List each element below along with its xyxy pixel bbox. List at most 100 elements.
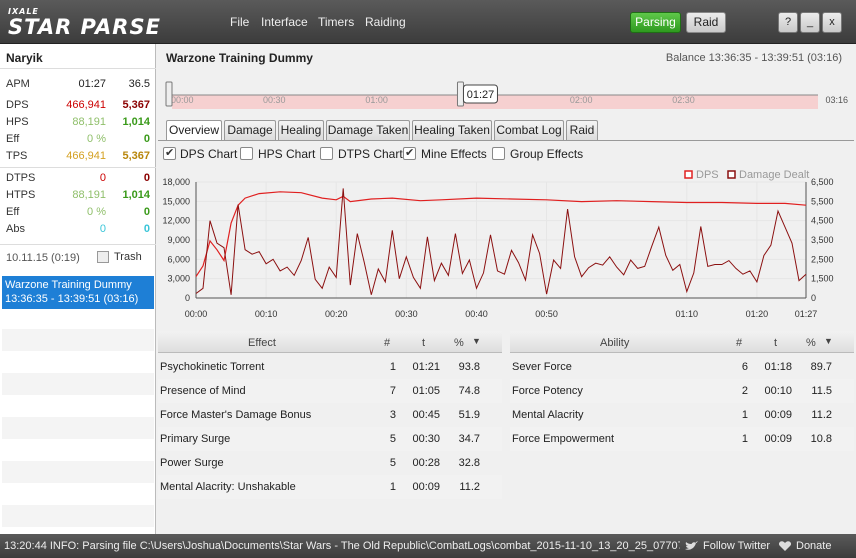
- menu-file[interactable]: File: [230, 15, 249, 29]
- cell-name: Force Empowerment: [512, 433, 615, 445]
- y-left-tick-label: 18,000: [162, 177, 190, 187]
- cell-name: Sever Force: [512, 361, 572, 373]
- x-tick-label: 00:40: [465, 309, 488, 319]
- timeline-tick-label: 00:30: [263, 95, 286, 105]
- mine-effects-label: Mine Effects: [421, 147, 487, 161]
- close-button[interactable]: x: [822, 12, 842, 33]
- balance-range: Balance 13:36:35 - 13:39:51 (03:16): [665, 52, 842, 64]
- stat-row-apm: APM 01:27 36.5: [6, 78, 150, 92]
- cell-count: 2: [741, 385, 748, 397]
- table-row[interactable]: Primary Surge 5 00:30 34.7: [158, 427, 502, 451]
- hps-chart-checkbox[interactable]: [240, 147, 253, 160]
- y-right-tick-label: 2,500: [811, 254, 834, 264]
- tab-damage[interactable]: Damage: [224, 120, 276, 140]
- mine-effects-checkbox[interactable]: [403, 146, 416, 160]
- menu-timers[interactable]: Timers: [318, 15, 354, 29]
- table-row[interactable]: Mental Alacrity 1 00:09 11.2: [510, 403, 854, 427]
- tab-combat-log[interactable]: Combat Log: [494, 120, 564, 140]
- cell-time: 00:09: [764, 409, 792, 421]
- sort-desc-icon[interactable]: ▼: [472, 336, 481, 346]
- cell-name: Power Surge: [160, 457, 224, 469]
- parsing-button[interactable]: Parsing: [630, 12, 681, 33]
- donate-link[interactable]: Donate: [796, 540, 831, 552]
- twitter-icon[interactable]: [684, 540, 698, 552]
- list-item: [2, 417, 154, 439]
- timeline-slider[interactable]: 00:0000:3001:0001:3002:0002:3003:1601:27: [160, 70, 850, 114]
- cell-count: 1: [389, 361, 396, 373]
- status-bar: 13:20:44 INFO: Parsing file C:\Users\Jos…: [0, 534, 856, 558]
- stat-value: 01:27: [78, 78, 106, 90]
- cell-count: 7: [389, 385, 396, 397]
- menu-interface[interactable]: Interface: [261, 15, 308, 29]
- cell-count: 6: [741, 361, 748, 373]
- sort-desc-icon[interactable]: ▼: [824, 336, 833, 346]
- effects-table: Effect # t % ▼ Psychokinetic Torrent 1 01:…: [158, 331, 502, 501]
- cell-count: 3: [389, 409, 396, 421]
- stat-value: 0: [99, 223, 106, 235]
- stat-value: 0 %: [87, 133, 106, 145]
- cell-time: 00:30: [412, 433, 440, 445]
- cell-pct: 51.9: [458, 409, 480, 421]
- table-row[interactable]: Presence of Mind 7 01:05 74.8: [158, 379, 502, 403]
- table-row[interactable]: Force Potency 2 00:10 11.5: [510, 379, 854, 403]
- x-tick-label: 00:00: [185, 309, 208, 319]
- x-tick-label: 00:50: [535, 309, 558, 319]
- tab-raid[interactable]: Raid: [566, 120, 598, 140]
- col-count[interactable]: #: [736, 337, 742, 349]
- stat-row-eff-taken: Eff 0 % 0: [6, 206, 150, 220]
- stat-label: TPS: [6, 150, 28, 162]
- encounter-item-selected[interactable]: Warzone Training Dummy 13:36:35 - 13:39:…: [2, 276, 154, 309]
- stat-value: 466,941: [66, 99, 106, 111]
- table-row[interactable]: Psychokinetic Torrent 1 01:21 93.8: [158, 355, 502, 379]
- cell-time: 01:21: [412, 361, 440, 373]
- y-right-tick-label: 5,500: [811, 196, 834, 206]
- follow-twitter-link[interactable]: Follow Twitter: [703, 540, 770, 552]
- group-effects-checkbox[interactable]: [492, 147, 505, 160]
- menu-raiding[interactable]: Raiding: [365, 15, 406, 29]
- dps-chart-checkbox[interactable]: [163, 146, 176, 160]
- stat-value-rate: 5,367: [122, 99, 150, 111]
- timeline-end-label: 03:16: [825, 95, 848, 105]
- table-row[interactable]: Mental Alacrity: Unshakable 1 00:09 11.2: [158, 475, 502, 499]
- dtps-chart-checkbox[interactable]: [320, 147, 333, 160]
- minimize-button[interactable]: _: [800, 12, 820, 33]
- help-button[interactable]: ?: [778, 12, 798, 33]
- stat-value-rate: 0: [143, 223, 150, 235]
- stat-value-rate: 5,367: [122, 150, 150, 162]
- timeline-cursor-label: 01:27: [467, 89, 495, 101]
- col-ability[interactable]: Ability: [600, 337, 629, 349]
- stat-label: Eff: [6, 133, 20, 145]
- stat-label: APM: [6, 78, 30, 90]
- col-time[interactable]: t: [422, 337, 425, 349]
- table-row[interactable]: Power Surge 5 00:28 32.8: [158, 451, 502, 475]
- combat-date[interactable]: 10.11.15 (0:19): [6, 252, 80, 264]
- table-row[interactable]: Sever Force 6 01:18 89.7: [510, 355, 854, 379]
- y-right-tick-label: 1,500: [811, 274, 834, 284]
- col-effect[interactable]: Effect: [248, 337, 276, 349]
- title-bar: IXALE STAR PARSE File Interface Timers R…: [0, 0, 856, 44]
- timeline-tick-label: 02:00: [570, 95, 593, 105]
- col-pct[interactable]: %: [806, 337, 816, 349]
- timeline-tick-label: 00:00: [171, 95, 194, 105]
- col-time[interactable]: t: [774, 337, 777, 349]
- tab-healing[interactable]: Healing: [278, 120, 324, 140]
- heart-icon[interactable]: [778, 540, 792, 552]
- col-count[interactable]: #: [384, 337, 390, 349]
- tab-damage-taken[interactable]: Damage Taken: [326, 120, 410, 140]
- table-row[interactable]: Force Empowerment 1 00:09 10.8: [510, 427, 854, 451]
- stat-label: HPS: [6, 116, 29, 128]
- cell-time: 00:28: [412, 457, 440, 469]
- cell-name: Force Potency: [512, 385, 583, 397]
- cell-time: 01:18: [764, 361, 792, 373]
- table-row[interactable]: Force Master's Damage Bonus 3 00:45 51.9: [158, 403, 502, 427]
- x-tick-label: 00:30: [395, 309, 418, 319]
- tab-overview[interactable]: Overview: [166, 120, 222, 141]
- cell-name: Primary Surge: [160, 433, 231, 445]
- tab-healing-taken[interactable]: Healing Taken: [412, 120, 492, 140]
- trash-checkbox[interactable]: [97, 251, 109, 263]
- legend-damage-dealt-marker: [727, 170, 736, 179]
- trash-label: Trash: [114, 251, 142, 263]
- col-pct[interactable]: %: [454, 337, 464, 349]
- cell-count: 1: [741, 433, 748, 445]
- raid-button[interactable]: Raid: [686, 12, 726, 33]
